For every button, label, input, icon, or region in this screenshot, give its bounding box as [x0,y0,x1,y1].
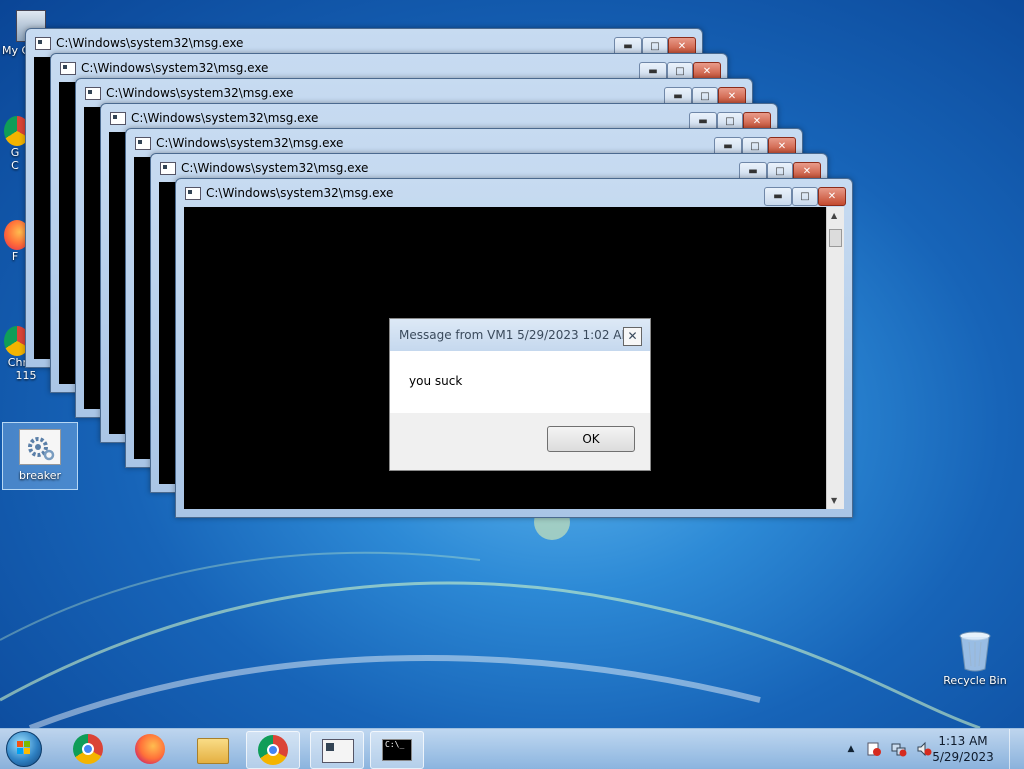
minimize-icon: ▬ [698,116,708,127]
console-window-icon [110,112,126,125]
maximize-icon: □ [800,191,810,202]
vertical-scrollbar[interactable]: ▲▼ [826,207,844,509]
console-window-icon [35,37,51,50]
scroll-thumb[interactable] [829,229,842,247]
console-window-title: C:\Windows\system32\msg.exe [156,136,344,150]
scroll-down-icon[interactable]: ▼ [831,496,837,505]
chrome-icon [73,734,103,764]
taskbar-item-file-explorer[interactable] [186,731,238,767]
maximize-icon: □ [750,141,760,152]
scroll-up-icon[interactable]: ▲ [831,211,837,220]
ok-button-label: OK [582,432,600,446]
tray-expand-icon[interactable]: ▲ [843,741,859,757]
console-window-icon [60,62,76,75]
console-window-title: C:\Windows\system32\msg.exe [81,61,269,75]
minimize-icon: ▬ [748,166,758,177]
desktop-icon-breaker[interactable]: breaker [2,422,78,490]
taskbar-item-command-prompt[interactable]: C:\_ [370,731,424,769]
console-window-title: C:\Windows\system32\msg.exe [131,111,319,125]
command-prompt-icon: C:\_ [382,739,412,761]
minimize-icon: ▬ [648,66,658,77]
folder-icon [197,738,229,764]
taskbar: C:\_ ▲ 1:13 AM 5/29/2023 [0,728,1024,769]
close-icon: ✕ [827,191,837,202]
message-text: you suck [409,374,463,388]
taskbar-item-msg-console[interactable] [310,731,364,769]
console-window-icon [85,87,101,100]
taskbar-item-chrome-active[interactable] [246,731,300,769]
close-icon: ✕ [702,66,712,77]
system-clock[interactable]: 1:13 AM 5/29/2023 [928,733,998,765]
clock-time: 1:13 AM [938,734,988,748]
maximize-icon: □ [650,41,660,52]
close-button[interactable]: ✕ [818,187,846,206]
minimize-icon: ▬ [723,141,733,152]
console-window-icon [185,187,201,200]
windows-flag-icon [17,741,30,754]
close-icon: ✕ [777,141,787,152]
minimize-button[interactable]: ▬ [764,187,792,206]
chrome-icon [258,735,288,765]
ok-button[interactable]: OK [547,426,635,452]
network-icon[interactable] [891,741,907,757]
maximize-icon: □ [775,166,785,177]
minimize-icon: ▬ [773,191,783,202]
desktop-icon-recycle-bin[interactable]: Recycle Bin [936,628,1014,687]
message-body: you suck [390,351,650,413]
console-window-title: C:\Windows\system32\msg.exe [206,186,394,200]
console-window-icon [160,162,176,175]
maximize-icon: □ [700,91,710,102]
maximize-icon: □ [675,66,685,77]
message-dialog: Message from VM1 5/29/2023 1:02 AM ✕ you… [389,318,651,471]
close-icon: ✕ [802,166,812,177]
taskbar-item-chrome[interactable] [62,731,114,767]
desktop-icon-label: Recycle Bin [943,674,1007,687]
close-icon: ✕ [627,329,638,343]
message-dialog-titlebar[interactable]: Message from VM1 5/29/2023 1:02 AM ✕ [390,319,650,351]
maximize-button[interactable]: □ [792,187,818,206]
message-dialog-title: Message from VM1 5/29/2023 1:02 AM [399,328,632,342]
firefox-icon [135,734,165,764]
console-window-icon [135,137,151,150]
minimize-icon: ▬ [623,41,633,52]
start-button[interactable] [6,731,46,767]
clock-date: 5/29/2023 [932,750,994,764]
close-icon: ✕ [677,41,687,52]
close-button[interactable]: ✕ [623,327,642,346]
recycle-bin-icon [958,630,992,672]
action-center-icon[interactable] [866,741,882,757]
console-window-icon [322,739,354,763]
close-icon: ✕ [752,116,762,127]
minimize-icon: ▬ [673,91,683,102]
show-desktop-button[interactable] [1009,729,1024,769]
console-window-title: C:\Windows\system32\msg.exe [56,36,244,50]
gear-icon [19,429,61,465]
close-icon: ✕ [727,91,737,102]
maximize-icon: □ [725,116,735,127]
console-window-title: C:\Windows\system32\msg.exe [181,161,369,175]
taskbar-item-firefox[interactable] [124,731,176,767]
console-window-title: C:\Windows\system32\msg.exe [106,86,294,100]
desktop-icon-label: breaker [18,469,62,482]
